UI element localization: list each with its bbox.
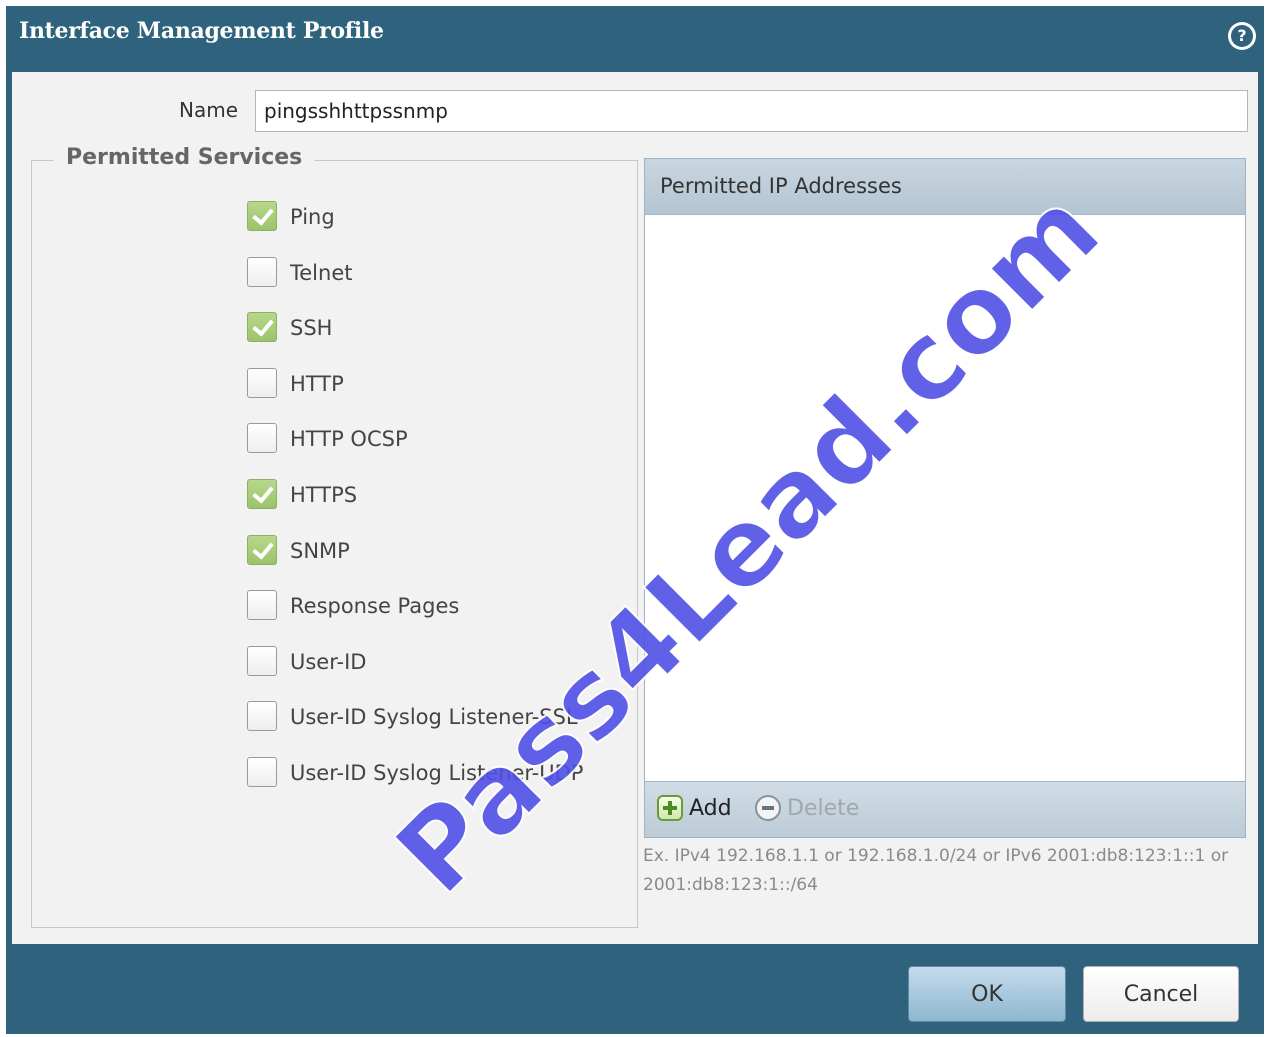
telnet-checkbox[interactable] bbox=[247, 256, 277, 287]
user-id-syslog-ssl-checkbox[interactable] bbox=[247, 701, 277, 732]
service-item-user-id[interactable]: User-ID bbox=[247, 645, 583, 702]
dialog-title-bar[interactable]: Interface Management Profile ? bbox=[6, 6, 1264, 66]
service-item-user-id-syslog-udp[interactable]: User-ID Syslog Listener-UDP bbox=[247, 756, 584, 813]
delete-button[interactable]: Delete bbox=[755, 795, 859, 821]
permitted-ip-panel: Permitted IP Addresses Add Delete bbox=[644, 158, 1246, 838]
service-label: Ping bbox=[290, 205, 335, 229]
user-id-syslog-udp-checkbox[interactable] bbox=[247, 756, 277, 787]
service-label: User-ID Syslog Listener-SSL bbox=[290, 705, 578, 730]
service-label: SNMP bbox=[290, 538, 350, 563]
add-icon bbox=[657, 795, 683, 821]
delete-label: Delete bbox=[787, 795, 860, 821]
response-pages-checkbox[interactable] bbox=[247, 590, 277, 621]
service-label: HTTP OCSP bbox=[290, 427, 408, 452]
permitted-services-list: Ping Telnet SSH HTTP HTTP OCSP HTTPS SNM… bbox=[247, 201, 583, 813]
permitted-ip-header-label: Permitted IP Addresses bbox=[660, 174, 902, 198]
snmp-checkbox[interactable] bbox=[247, 534, 277, 565]
service-item-user-id-syslog-ssl[interactable]: User-ID Syslog Listener-SSL bbox=[247, 701, 583, 757]
service-label: Response Pages bbox=[290, 594, 460, 619]
http-ocsp-checkbox[interactable] bbox=[247, 423, 277, 454]
ping-checkbox[interactable] bbox=[247, 201, 277, 231]
permitted-services-group: Permitted Services Ping Telnet SSH HTTP bbox=[31, 145, 638, 928]
service-item-telnet[interactable]: Telnet bbox=[247, 256, 583, 313]
add-button[interactable]: Add bbox=[657, 795, 732, 821]
service-item-snmp[interactable]: SNMP bbox=[247, 534, 583, 591]
dialog-body: Name Permitted Services Ping Telnet SSH bbox=[12, 72, 1258, 944]
http-checkbox[interactable] bbox=[247, 367, 277, 398]
help-icon-glyph: ? bbox=[1231, 25, 1253, 47]
service-label: Telnet bbox=[290, 260, 353, 285]
service-item-http-ocsp[interactable]: HTTP OCSP bbox=[247, 423, 583, 479]
ok-button[interactable]: OK bbox=[908, 966, 1066, 1022]
name-input[interactable] bbox=[255, 90, 1248, 132]
ip-format-hint: Ex. IPv4 192.168.1.1 or 192.168.1.0/24 o… bbox=[643, 846, 1229, 895]
name-label: Name bbox=[179, 98, 239, 122]
service-label: SSH bbox=[290, 316, 333, 341]
user-id-checkbox[interactable] bbox=[247, 645, 277, 676]
service-label: User-ID Syslog Listener-UDP bbox=[290, 760, 584, 785]
interface-management-profile-dialog: Interface Management Profile ? Name Perm… bbox=[6, 6, 1264, 1034]
permitted-ip-header[interactable]: Permitted IP Addresses bbox=[645, 159, 1245, 215]
service-item-http[interactable]: HTTP bbox=[247, 367, 583, 424]
service-label: HTTP bbox=[290, 371, 344, 396]
service-item-response-pages[interactable]: Response Pages bbox=[247, 590, 583, 646]
add-label: Add bbox=[689, 795, 732, 821]
cancel-button[interactable]: Cancel bbox=[1083, 966, 1239, 1022]
permitted-ip-list[interactable] bbox=[645, 215, 1245, 781]
help-icon[interactable]: ? bbox=[1228, 22, 1256, 50]
delete-icon bbox=[755, 795, 781, 821]
service-item-ssh[interactable]: SSH bbox=[247, 312, 583, 368]
dialog-title: Interface Management Profile bbox=[19, 18, 384, 44]
permitted-ip-toolbar: Add Delete bbox=[645, 781, 1245, 837]
service-label: User-ID bbox=[290, 649, 367, 674]
permitted-services-legend: Permitted Services bbox=[54, 145, 315, 170]
service-item-https[interactable]: HTTPS bbox=[247, 478, 583, 535]
service-label: HTTPS bbox=[290, 482, 358, 507]
https-checkbox[interactable] bbox=[247, 478, 277, 509]
dialog-footer: OK Cancel bbox=[6, 944, 1264, 1034]
service-item-ping[interactable]: Ping bbox=[247, 201, 583, 257]
ssh-checkbox[interactable] bbox=[247, 312, 277, 343]
